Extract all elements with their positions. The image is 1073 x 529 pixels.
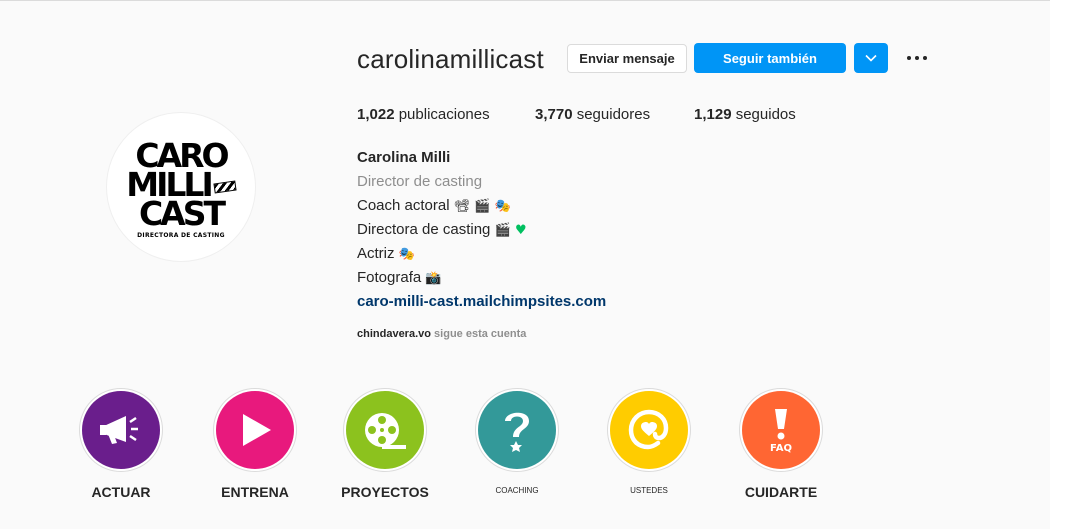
highlight-cover	[346, 391, 424, 469]
bio-emoji: 📽 🎬 🎭	[453, 199, 511, 214]
highlight-label: CUIDARTE	[744, 484, 818, 500]
highlight-proyectos[interactable]: PROYECTOS	[341, 388, 429, 500]
more-options-button[interactable]	[901, 46, 933, 70]
followers-stat[interactable]: 3,770 seguidores	[535, 106, 650, 123]
posts-stat: 1,022 publicaciones	[357, 106, 490, 123]
posts-label: publicaciones	[398, 106, 490, 123]
logo-line-3: CAST	[138, 194, 226, 233]
highlight-actuar[interactable]: ACTUAR	[78, 388, 164, 500]
send-message-button[interactable]: Enviar mensaje	[567, 44, 687, 73]
bio-category: Director de casting	[357, 173, 483, 190]
bio-line: Fotografa 📸	[357, 268, 442, 289]
play-icon	[243, 414, 271, 446]
question-icon	[505, 412, 529, 452]
film-reel-icon	[365, 413, 406, 449]
green-heart-icon: ♥	[514, 223, 527, 238]
bio-text: Directora de casting	[357, 221, 491, 238]
exclamation-icon	[775, 408, 787, 439]
highlight-ring	[79, 388, 163, 472]
bio-line: Coach actoral 📽 🎬 🎭	[357, 196, 511, 217]
highlight-cover	[216, 391, 294, 469]
highlight-label: ENTRENA	[221, 484, 289, 500]
followed-by-user-link[interactable]: chindavera.vo	[357, 328, 431, 340]
highlight-ring	[213, 388, 297, 472]
highlight-cover	[82, 391, 160, 469]
highlight-label: COACHING	[495, 486, 539, 495]
bio-text: Coach actoral	[357, 197, 450, 214]
highlight-ustedes[interactable]: USTEDES	[606, 388, 692, 495]
at-heart-icon	[628, 409, 669, 450]
posts-count: 1,022	[357, 106, 395, 123]
bio-line: Actriz 🎭	[357, 244, 415, 265]
profile-avatar[interactable]: CARO MILLI CAST DIRECTORA DE CASTING	[106, 112, 256, 262]
highlight-ring	[475, 388, 559, 472]
followers-count: 3,770	[535, 106, 573, 123]
megaphone-icon	[100, 416, 138, 444]
following-stat[interactable]: 1,129 seguidos	[694, 106, 796, 123]
bio-line: Directora de casting 🎬 ♥	[357, 220, 527, 241]
logo-subtitle: DIRECTORA DE CASTING	[137, 232, 225, 239]
clapperboard-icon	[213, 180, 237, 193]
highlight-label: PROYECTOS	[341, 484, 429, 500]
highlight-ring	[607, 388, 691, 472]
more-dot-icon	[923, 56, 927, 60]
follow-button[interactable]: Seguir también	[694, 43, 846, 73]
more-dot-icon	[915, 56, 919, 60]
highlight-cuidarte[interactable]: FAQ CUIDARTE	[738, 388, 824, 500]
suggested-dropdown-button[interactable]	[854, 43, 888, 73]
bio-text: Fotografa	[357, 269, 422, 286]
highlight-cover: FAQ	[742, 391, 820, 469]
profile-username: carolinamillicast	[357, 44, 544, 74]
bio-website-link[interactable]: caro-milli-cast.mailchimpsites.com	[357, 292, 606, 312]
followed-by-text: chindavera.vo sigue esta cuenta	[357, 328, 526, 340]
highlight-entrena[interactable]: ENTRENA	[212, 388, 298, 500]
bio-emoji: 🎬	[494, 223, 511, 238]
avatar-logo: CARO MILLI CAST DIRECTORA DE CASTING	[126, 139, 237, 239]
highlight-coaching[interactable]: COACHING	[474, 388, 560, 495]
following-count: 1,129	[694, 106, 732, 123]
bio-emoji: 🎭	[398, 247, 415, 262]
followers-label: seguidores	[576, 106, 651, 123]
bio-emoji: 📸	[425, 271, 442, 286]
following-label: seguidos	[735, 106, 796, 123]
highlight-ring	[343, 388, 427, 472]
highlight-cover	[478, 391, 556, 469]
highlight-label: ACTUAR	[91, 484, 151, 500]
chevron-down-icon	[865, 54, 877, 62]
bio-text: Actriz	[357, 245, 395, 262]
bio-full-name: Carolina Milli	[357, 149, 451, 166]
highlight-ring: FAQ	[739, 388, 823, 472]
faq-icon-text: FAQ	[770, 442, 792, 454]
highlight-label: USTEDES	[630, 486, 668, 495]
more-dot-icon	[907, 56, 911, 60]
highlight-cover	[610, 391, 688, 469]
followed-by-label: sigue esta cuenta	[434, 328, 527, 340]
right-margin	[1050, 0, 1073, 529]
